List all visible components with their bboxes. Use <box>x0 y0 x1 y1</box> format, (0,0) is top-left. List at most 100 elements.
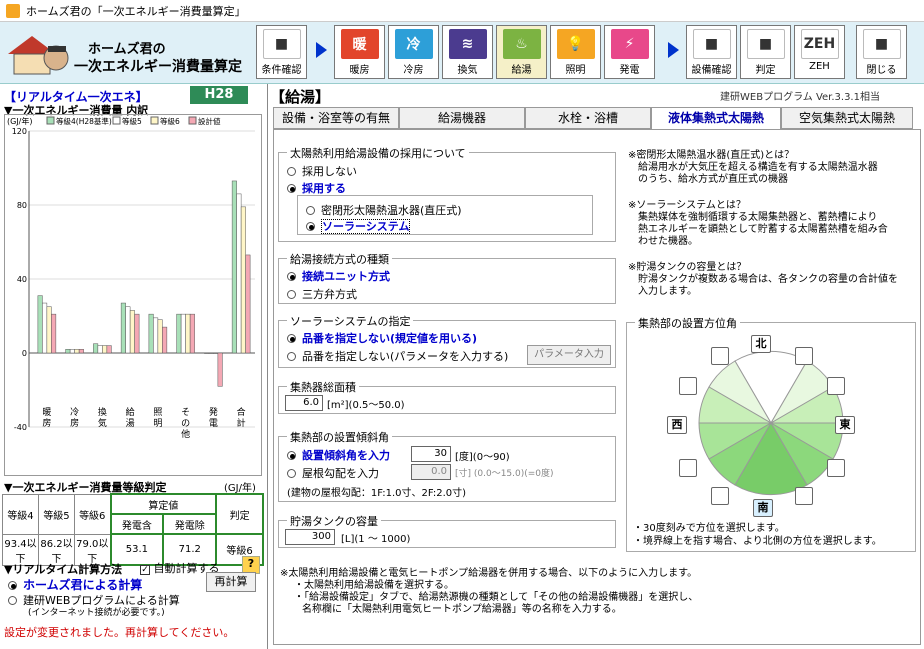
tab-liquid-solar[interactable]: 液体集熱式太陽熱 <box>651 107 781 129</box>
direction-south[interactable]: 南 <box>753 499 773 517</box>
toolbar-button-label: 判定 <box>755 65 776 76</box>
window-titlebar: ホームズ君の「一次エネルギー消費量算定」 <box>0 0 924 22</box>
tab-facilities[interactable]: 設備・浴室等の有無 <box>273 107 399 129</box>
x-tick-label: 照 <box>153 407 162 418</box>
radio-icon <box>287 184 296 193</box>
note-line: 入力します。 <box>638 286 697 297</box>
grade6-header: 等級6 <box>74 493 111 535</box>
recalc-button[interactable]: 再計算 <box>206 572 256 592</box>
option-parameter-input[interactable]: 品番を指定しない(パラメータを入力する) <box>287 348 508 364</box>
roof-pitch-input[interactable]: 0.0 <box>411 464 451 480</box>
option-tilt-angle[interactable]: 設置傾斜角を入力 <box>287 447 390 463</box>
judgement-button[interactable]: ■ 判定 <box>740 25 791 79</box>
energy-chart-svg: (GJ/年) 等級4(H28基準) 等級5 等級6 設計値-4004080120暖房冷房… <box>7 116 255 440</box>
direction-north[interactable]: 北 <box>751 335 771 353</box>
x-tick-label: 房 <box>70 417 79 429</box>
ventilation-button[interactable]: ≋ 換気 <box>442 25 493 79</box>
option-sealed-heater[interactable]: 密閉形太陽熱温水器(直圧式) <box>306 202 462 218</box>
energy-chart: (GJ/年) 等級4(H28基準) 等級5 等級6 設計値 -40 0 40 80 120 暖房冷房… <box>4 114 262 476</box>
tab-faucet-bath[interactable]: 水栓・浴槽 <box>525 107 651 129</box>
flow-arrow-icon <box>668 42 679 58</box>
note-line: 給湯用水が大気圧を超える構造を有する太陽熱温水器 <box>638 162 878 173</box>
toolbar-button-label: 閉じる <box>866 65 897 76</box>
zeh-button[interactable]: ZEH ZEH <box>794 25 845 79</box>
bar <box>46 306 52 354</box>
conditions-button[interactable]: ■ 条件確認 <box>256 25 307 79</box>
legend-label: 設計値 <box>198 116 221 126</box>
radio-icon <box>287 334 296 343</box>
legend-label: 等級5 <box>122 116 142 126</box>
calc-method-title: ▼リアルタイム計算方法 <box>4 563 123 576</box>
direction-nne[interactable] <box>795 347 813 365</box>
tab-hot-water-equipment[interactable]: 給湯機器 <box>399 107 525 129</box>
option-three-way-valve[interactable]: 三方弁方式 <box>287 286 357 302</box>
radio-icon <box>8 581 17 590</box>
grade-table: 等級4 等級5 等級6 算定値 判定 発電含 発電除 93.4以下 86.2以下… <box>2 493 264 566</box>
option-connection-unit-label: 接続ユニット方式 <box>302 270 390 283</box>
direction-ese[interactable] <box>827 459 845 477</box>
direction-ssw[interactable] <box>711 487 729 505</box>
collector-area-title: 集熱器総面積 <box>287 379 359 395</box>
option-not-adopt[interactable]: 採用しない <box>287 163 357 179</box>
collector-area-group: 集熱器総面積 6.0 [m²](0.5〜50.0) <box>278 379 616 414</box>
direction-wsw[interactable] <box>679 459 697 477</box>
bar <box>106 345 112 354</box>
bar <box>185 313 191 354</box>
option-adopt-label: 採用する <box>302 182 346 195</box>
tab-bar: 設備・浴室等の有無 給湯機器 水栓・浴槽 液体集熱式太陽熱 空気集熱式太陽熱 <box>273 107 921 129</box>
footer-line: ・「給湯設備設定」タブで、給湯熱源機の種類として「その他の給湯設備機器」を選択し… <box>294 592 699 603</box>
solar-system-spec-group: ソーラーシステムの指定 品番を指定しない(規定値を用いる) 品番を指定しない(パ… <box>278 313 616 368</box>
option-roof-pitch[interactable]: 屋根勾配を入力 <box>287 465 379 481</box>
direction-ene[interactable] <box>827 377 845 395</box>
direction-east[interactable]: 東 <box>835 416 855 434</box>
power-generation-button[interactable]: ⚡ 発電 <box>604 25 655 79</box>
direction-west[interactable]: 西 <box>667 416 687 434</box>
tab-air-solar[interactable]: 空気集熱式太陽熱 <box>781 107 913 129</box>
direction-sse[interactable] <box>795 487 813 505</box>
bar <box>176 313 182 354</box>
option-adopt[interactable]: 採用する <box>287 180 346 196</box>
heating-icon: 暖 <box>340 29 379 59</box>
note-line: ※ソーラーシステムとは？ <box>628 200 746 211</box>
bar <box>42 302 48 354</box>
lighting-button[interactable]: 💡 照明 <box>550 25 601 79</box>
bar <box>129 310 135 354</box>
azimuth-note-1: ・30度刻みで方位を選択します。 <box>633 523 785 534</box>
calc-option-homes[interactable]: ホームズ君による計算 <box>8 576 142 593</box>
flow-arrow-icon <box>316 42 327 58</box>
direction-wnw[interactable] <box>679 377 697 395</box>
toolbar-button-label: 給湯 <box>511 65 532 76</box>
heating-button[interactable]: 暖暖房 <box>334 25 385 79</box>
exit-icon: ■ <box>862 29 901 59</box>
direction-nnw[interactable] <box>711 347 729 365</box>
collector-area-input[interactable]: 6.0 <box>285 395 323 411</box>
parameter-input-button[interactable]: パラメータ入力 <box>527 345 611 365</box>
tilt-angle-input[interactable]: 30 <box>411 446 451 462</box>
radio-icon <box>287 167 296 176</box>
close-button[interactable]: ■ 閉じる <box>856 25 907 79</box>
cooling-button[interactable]: 冷冷房 <box>388 25 439 79</box>
option-default-values[interactable]: 品番を指定しない(規定値を用いる) <box>287 330 477 346</box>
calc-option-homes-label: ホームズ君による計算 <box>23 578 143 592</box>
footer-line: ・太陽熱利用給湯設備を選択する。 <box>294 580 454 591</box>
footer-notes: ※太陽熱利用給湯設備と電気ヒートポンプ給湯器を併用する場合、以下のように入力しま… <box>280 568 698 616</box>
x-tick-label: 給 <box>126 406 135 418</box>
zeh-icon: ZEH <box>800 29 839 59</box>
x-tick-label: の <box>181 419 190 429</box>
toolbar-button-label: 照明 <box>565 65 586 76</box>
version-label: 建研WEBプログラム Ver.3.3.1相当 <box>720 92 880 103</box>
x-tick-label: 合 <box>237 406 246 418</box>
y-tick-label: 40 <box>17 275 27 284</box>
toolbar: ホームズ君の 一次エネルギー消費量算定 ■ 条件確認暖暖房冷冷房 ≋ 換気 ♨ 給湯 💡 照明… <box>0 22 924 84</box>
hot-water-button[interactable]: ♨ 給湯 <box>496 25 547 79</box>
tank-capacity-input[interactable]: 300 <box>285 529 335 545</box>
option-connection-unit[interactable]: 接続ユニット方式 <box>287 268 390 284</box>
equipment-check-button[interactable]: ■ 設備確認 <box>686 25 737 79</box>
footer-line: ※太陽熱利用給湯設備と電気ヒートポンプ給湯器を併用する場合、以下のように入力しま… <box>280 568 698 579</box>
footer-line: 名称欄に「太陽熱利用電気ヒートポンプ給湯器」等の名称を入力する。 <box>302 604 622 615</box>
x-tick-label: 他 <box>181 428 190 440</box>
option-solar-system[interactable]: ソーラーシステム <box>306 218 411 234</box>
bar <box>78 349 84 354</box>
x-tick-label: 暖 <box>42 406 51 418</box>
judgement-icon: ■ <box>746 29 785 59</box>
